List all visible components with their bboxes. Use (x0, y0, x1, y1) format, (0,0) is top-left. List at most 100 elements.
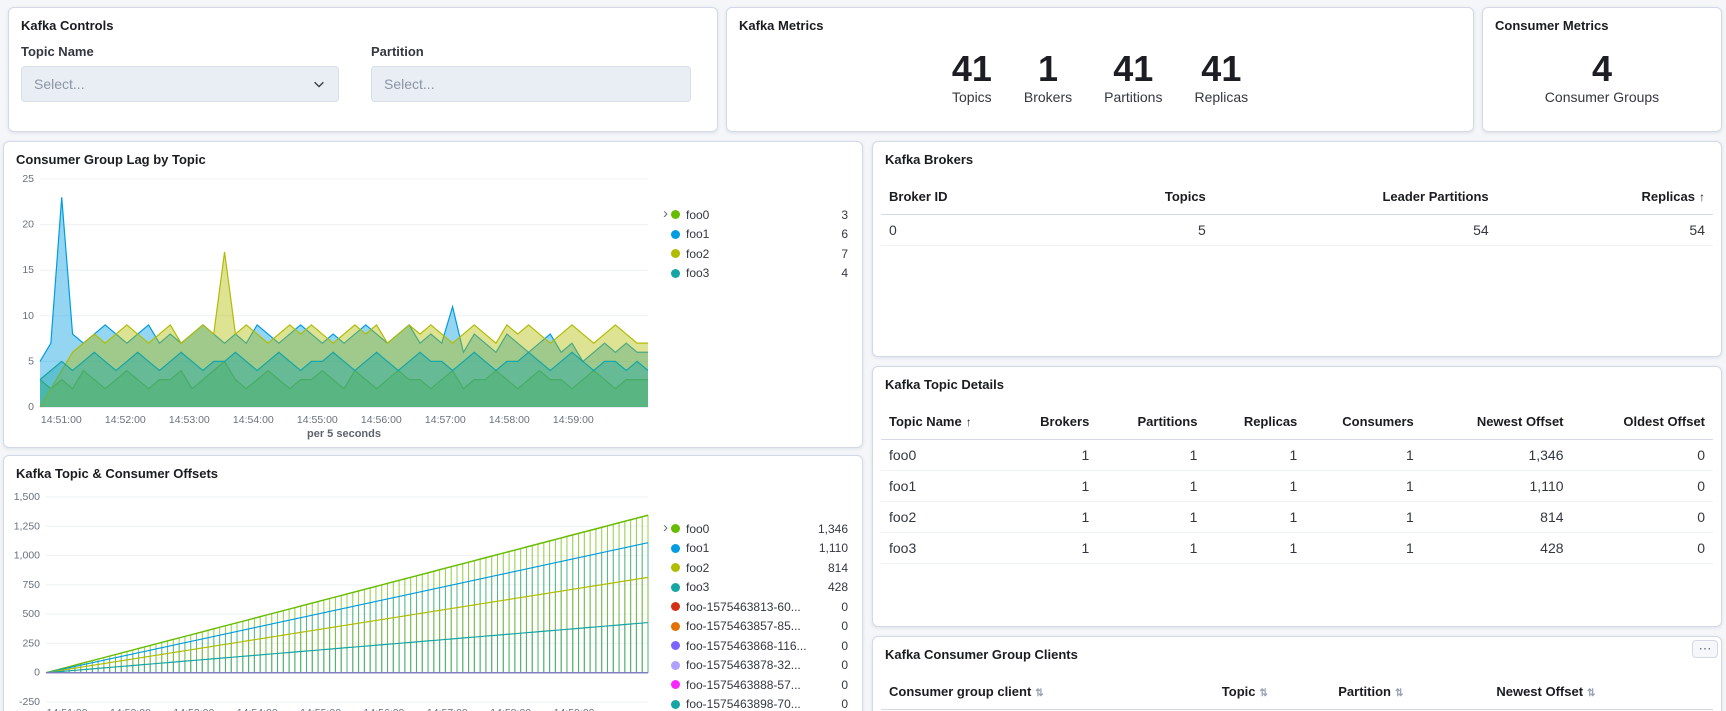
metric-consumer-groups: 4 Consumer Groups (1545, 50, 1659, 106)
column-header-partitions[interactable]: Partitions (1097, 404, 1205, 440)
metric-partitions: 41 Partitions (1104, 50, 1162, 106)
consumer-group-clients-table: Consumer group client⇅Topic⇅Partition⇅Ne… (881, 674, 1713, 711)
column-header-topic[interactable]: Topic⇅ (1214, 674, 1330, 710)
column-header-partition[interactable]: Partition⇅ (1330, 674, 1488, 710)
svg-text:0: 0 (34, 667, 40, 679)
partition-combobox[interactable]: Select... (371, 66, 691, 102)
metric-label: Brokers (1024, 89, 1072, 105)
column-header-brokers[interactable]: Brokers (1006, 404, 1098, 440)
legend-label: foo0 (686, 522, 812, 536)
svg-text:14:56:00: 14:56:00 (364, 707, 405, 711)
table-cell: 1 (1006, 533, 1098, 564)
legend-value: 0 (841, 619, 848, 633)
svg-text:1,500: 1,500 (14, 491, 40, 503)
column-header-consumer-group-client[interactable]: Consumer group client⇅ (881, 674, 1214, 710)
legend-value: 3 (841, 208, 848, 222)
legend-item[interactable]: foo27 (671, 244, 848, 264)
svg-text:14:56:00: 14:56:00 (361, 414, 402, 426)
legend-item[interactable]: foo01,346 (671, 519, 848, 539)
table-cell: 1 (1205, 440, 1305, 471)
offsets-legend: foo01,346foo11,110foo2814foo3428foo-1575… (671, 519, 862, 711)
column-header-replicas[interactable]: Replicas↑ (1497, 179, 1713, 215)
sortable-icon: ⇅ (1035, 688, 1043, 699)
column-header-oldest-offset[interactable]: Oldest Offset (1572, 404, 1713, 440)
legend-item[interactable]: foo-1575463857-85...0 (671, 617, 848, 637)
legend-expand-chevron[interactable]: › (660, 519, 671, 711)
metric-value: 41 (1104, 50, 1162, 88)
table-cell: foo2 (881, 502, 1006, 533)
column-header-broker-id[interactable]: Broker ID (881, 179, 1064, 215)
svg-text:14:57:00: 14:57:00 (427, 707, 468, 711)
column-header-newest-offset[interactable]: Newest Offset⇅ (1488, 674, 1713, 710)
panel-title: Kafka Topic Details (873, 367, 1721, 392)
legend-item[interactable]: foo34 (671, 264, 848, 284)
table-cell: 814 (1422, 502, 1572, 533)
legend-color-dot (671, 230, 680, 239)
legend-item[interactable]: foo2814 (671, 558, 848, 578)
metric-topics: 41 Topics (952, 50, 992, 106)
sort-ascending-icon: ↑ (966, 415, 972, 429)
table-row: 055454 (881, 215, 1713, 246)
legend-item[interactable]: foo-1575463878-32...0 (671, 656, 848, 676)
legend-color-dot (671, 602, 680, 611)
svg-text:15: 15 (22, 264, 34, 276)
panel-options-icon[interactable]: ⋯ (1692, 640, 1718, 658)
legend-color-dot (671, 524, 680, 533)
sortable-icon: ⇅ (1587, 688, 1595, 699)
column-header-newest-offset[interactable]: Newest Offset (1422, 404, 1572, 440)
topic-details-table: Topic Name↑BrokersPartitionsReplicasCons… (881, 404, 1713, 564)
table-cell: 1 (1305, 440, 1421, 471)
legend-color-dot (671, 680, 680, 689)
svg-text:750: 750 (22, 579, 40, 591)
topic-name-combobox[interactable]: Select... (21, 66, 339, 102)
table-cell: 1 (1097, 502, 1205, 533)
kafka-dashboard: Kafka Controls Topic Name Select... Part… (0, 0, 1726, 711)
metric-brokers: 1 Brokers (1024, 50, 1072, 106)
offsets-legend-wrap: › foo01,346foo11,110foo2814foo3428foo-15… (660, 483, 862, 711)
table-cell: 1 (1305, 471, 1421, 502)
consumer-metrics-panel: Consumer Metrics 4 Consumer Groups (1482, 7, 1722, 132)
combobox-placeholder: Select... (384, 76, 435, 92)
table-cell: 1 (1097, 533, 1205, 564)
brokers-table: Broker IDTopicsLeader PartitionsReplicas… (881, 179, 1713, 246)
metric-replicas: 41 Replicas (1194, 50, 1248, 106)
legend-color-dot (671, 544, 680, 553)
column-header-topic-name[interactable]: Topic Name↑ (881, 404, 1006, 440)
legend-value: 814 (828, 561, 848, 575)
metric-label: Replicas (1194, 89, 1248, 105)
table-cell: 0 (1572, 502, 1713, 533)
column-header-consumers[interactable]: Consumers (1305, 404, 1421, 440)
topic-consumer-offsets-panel: Kafka Topic & Consumer Offsets -25002505… (3, 455, 863, 711)
column-header-leader-partitions[interactable]: Leader Partitions (1214, 179, 1497, 215)
column-header-topics[interactable]: Topics (1064, 179, 1214, 215)
table-row: foo011111,3460 (881, 440, 1713, 471)
legend-item[interactable]: foo-1575463898-70...0 (671, 695, 848, 711)
legend-item[interactable]: foo11,110 (671, 539, 848, 559)
legend-item[interactable]: foo-1575463868-116...0 (671, 636, 848, 656)
lag-chart[interactable]: 051015202514:51:0014:52:0014:53:0014:54:… (4, 169, 660, 445)
legend-label: foo-1575463898-70... (686, 697, 835, 711)
offsets-chart[interactable]: -25002505007501,0001,2501,50014:51:0014:… (4, 483, 660, 711)
column-header-replicas[interactable]: Replicas (1205, 404, 1305, 440)
svg-text:14:52:00: 14:52:00 (110, 707, 151, 711)
table-cell: 428 (1422, 533, 1572, 564)
svg-text:per 5 seconds: per 5 seconds (307, 428, 381, 440)
legend-expand-chevron[interactable]: › (660, 205, 671, 445)
chevron-down-icon (312, 77, 326, 91)
metrics-row: 41 Topics 1 Brokers 41 Partitions 41 Rep… (727, 8, 1473, 131)
legend-item[interactable]: foo3428 (671, 578, 848, 598)
legend-item[interactable]: foo-1575463813-60...0 (671, 597, 848, 617)
svg-text:14:54:00: 14:54:00 (237, 707, 278, 711)
metric-label: Topics (952, 89, 992, 105)
legend-label: foo-1575463878-32... (686, 658, 835, 672)
legend-item[interactable]: foo-1575463888-57...0 (671, 675, 848, 695)
legend-label: foo1 (686, 541, 813, 555)
legend-item[interactable]: foo03 (671, 205, 848, 225)
metrics-row: 4 Consumer Groups (1483, 8, 1721, 131)
table-cell: foo0 (881, 440, 1006, 471)
lag-legend: foo03foo16foo27foo34 (671, 205, 862, 445)
legend-item[interactable]: foo16 (671, 225, 848, 245)
svg-text:14:53:00: 14:53:00 (173, 707, 214, 711)
lag-chart-area: 051015202514:51:0014:52:0014:53:0014:54:… (4, 167, 862, 445)
table-cell: 1 (1006, 502, 1098, 533)
